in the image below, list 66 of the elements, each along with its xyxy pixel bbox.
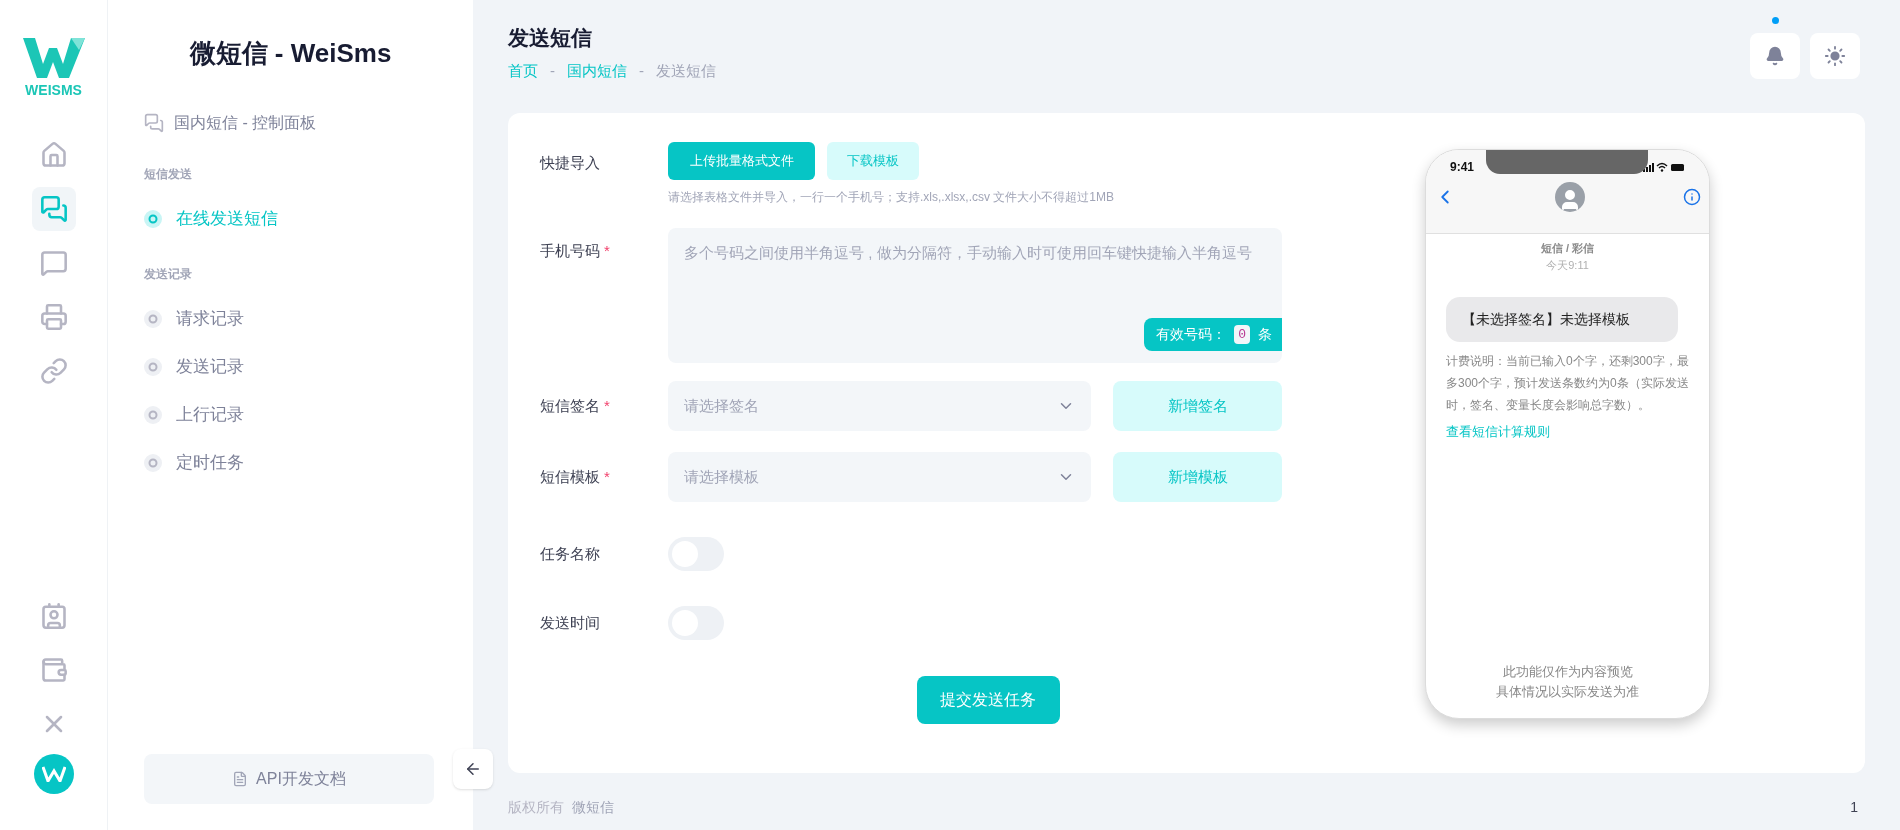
- menu-item[interactable]: 请求记录: [144, 295, 244, 343]
- notification-button[interactable]: [1750, 33, 1800, 79]
- field-label: 短信签名: [540, 396, 600, 414]
- theme-button[interactable]: [1810, 33, 1860, 79]
- field-label: 短信模板: [540, 467, 600, 485]
- status-time: 9:41: [1450, 159, 1475, 176]
- messages-icon[interactable]: [31, 187, 76, 231]
- breadcrumb-link[interactable]: 首页: [508, 59, 538, 82]
- preview-note: 此功能仅作为内容预览: [1502, 663, 1633, 681]
- status-icons: [1643, 162, 1685, 172]
- docs-button[interactable]: API开发文档: [144, 754, 434, 804]
- logo-icon: [22, 38, 85, 78]
- required-mark: *: [604, 467, 610, 485]
- field-label: 任务名称: [539, 543, 601, 564]
- menu-item[interactable]: 在线发送短信: [144, 195, 278, 243]
- bell-icon: [1765, 46, 1785, 66]
- submit-button[interactable]: 提交发送任务: [916, 676, 1060, 724]
- menu-item[interactable]: 上行记录: [144, 391, 244, 439]
- download-button[interactable]: 下载模板: [827, 142, 919, 180]
- field-label: 快捷导入: [538, 153, 601, 173]
- menu-item[interactable]: 发送记录: [144, 343, 244, 391]
- channel-label: 短信 / 彩信: [1540, 241, 1595, 256]
- section-heading: 短信发送: [144, 166, 193, 183]
- breadcrumb-current: 发送短信: [656, 60, 716, 81]
- copyright-text: 版权所有: [508, 798, 564, 817]
- preview-note: 具体情况以实际发送为准: [1496, 683, 1639, 701]
- message-date: 今天9:11: [1546, 257, 1589, 273]
- add-button[interactable]: 新增模板: [1113, 452, 1282, 502]
- message-bubble: 【未选择签名】未选择模板: [1446, 297, 1678, 342]
- section-heading: 发送记录: [144, 266, 193, 283]
- bullet-icon: [144, 358, 162, 376]
- logo-text: WEISMS: [25, 81, 82, 100]
- contact-avatar: [1554, 182, 1585, 212]
- valid-count-label: 有效号码：: [1156, 325, 1227, 344]
- billing-note: 计费说明：当前已输入0个字，还剩300字，最多300个字，预计发送条数约为0条（实际发送时，签名、变量长度会影响总字数）。: [1446, 353, 1689, 414]
- app-title: 微短信 - WeiSms: [188, 37, 393, 70]
- sun-icon: [1824, 45, 1846, 67]
- dashboard-link[interactable]: 国内短信 - 控制面板: [144, 103, 437, 143]
- field-label: 手机号码: [540, 242, 600, 259]
- required-mark: *: [604, 242, 610, 259]
- collapse-button[interactable]: [453, 749, 493, 789]
- hint-text: 请选择表格文件并导入，一行一个手机号；支持.xls,.xlsx,.csv 文件大小不得超过1MB: [668, 189, 1114, 206]
- required-mark: *: [604, 396, 610, 414]
- bullet-icon: [144, 406, 162, 424]
- breadcrumb-separator: -: [550, 60, 555, 81]
- breadcrumb-link[interactable]: 国内短信: [567, 59, 627, 82]
- page-number: 1: [1850, 798, 1858, 817]
- add-button[interactable]: 新增签名: [1113, 381, 1282, 431]
- breadcrumb-separator: -: [639, 60, 644, 81]
- rules-link[interactable]: 查看短信计算规则: [1446, 422, 1689, 442]
- select-field[interactable]: 请选择模板: [668, 452, 1091, 502]
- avatar[interactable]: [33, 754, 74, 794]
- document-icon: [232, 771, 249, 787]
- field-label: 发送时间: [539, 612, 601, 633]
- page-title: 发送短信: [508, 25, 593, 51]
- bullet-icon: [144, 210, 162, 228]
- bullet-icon: [144, 454, 162, 472]
- bullet-icon: [144, 310, 162, 328]
- upload-button[interactable]: 上传批量格式文件: [668, 142, 815, 180]
- brand-link[interactable]: 微短信: [572, 797, 614, 818]
- messages-icon: [144, 113, 164, 133]
- valid-count: 0: [1234, 324, 1250, 345]
- menu-item[interactable]: 定时任务: [144, 439, 244, 487]
- valid-count-unit: 条: [1258, 325, 1272, 344]
- select-field[interactable]: 请选择签名: [668, 381, 1091, 431]
- info-icon[interactable]: [1683, 188, 1701, 206]
